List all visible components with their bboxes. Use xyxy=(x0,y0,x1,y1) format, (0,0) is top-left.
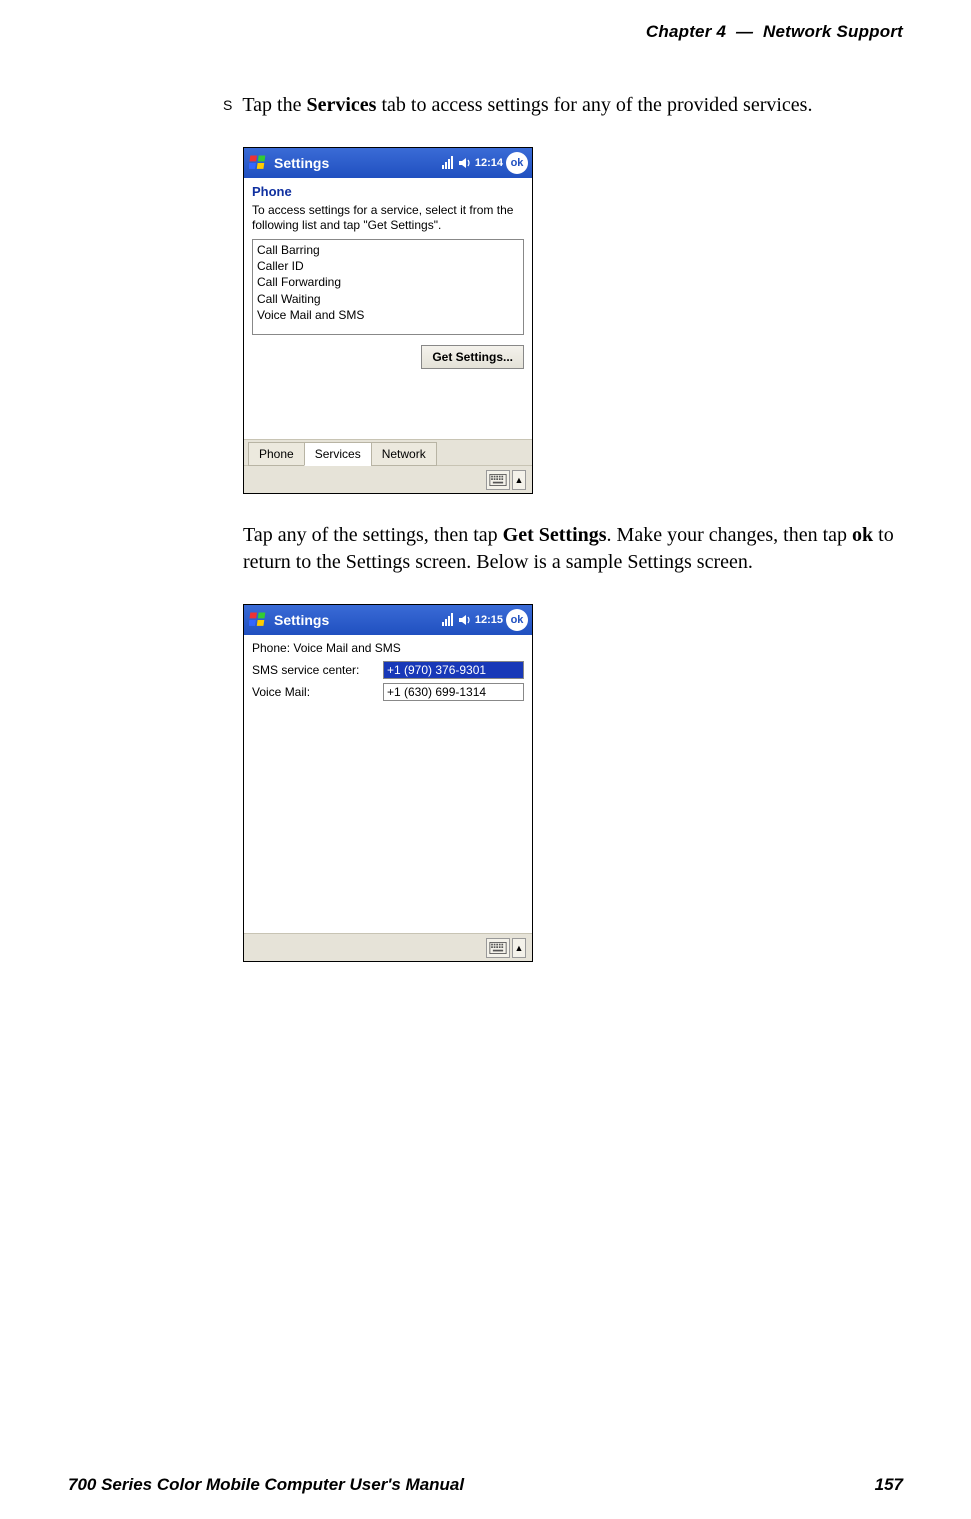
up-arrow-icon[interactable]: ▲ xyxy=(512,938,526,958)
tab-phone[interactable]: Phone xyxy=(248,442,305,466)
up-arrow-icon[interactable]: ▲ xyxy=(512,470,526,490)
page-header: Chapter 4 — Network Support xyxy=(68,22,903,42)
sms-input[interactable]: +1 (970) 376-9301 xyxy=(383,661,524,679)
ok-bold: ok xyxy=(852,524,873,546)
get-settings-bold: Get Settings xyxy=(503,524,607,546)
start-icon[interactable] xyxy=(248,609,270,631)
instruction-text: To access settings for a service, select… xyxy=(244,201,532,239)
sms-label: SMS service center: xyxy=(252,663,377,677)
signal-icon[interactable] xyxy=(441,156,455,170)
signal-icon[interactable] xyxy=(441,613,455,627)
ok-button[interactable]: ok xyxy=(506,609,528,631)
start-icon[interactable] xyxy=(248,152,270,174)
tab-services[interactable]: Services xyxy=(304,442,372,466)
menubar: ▲ xyxy=(244,933,532,961)
clock-time[interactable]: 12:15 xyxy=(475,614,503,626)
list-item[interactable]: Caller ID xyxy=(257,258,519,274)
titlebar-title: Settings xyxy=(274,155,329,171)
chapter-label: Chapter xyxy=(646,22,712,41)
speaker-icon[interactable] xyxy=(458,613,472,627)
menubar: ▲ xyxy=(244,465,532,493)
voicemail-label: Voice Mail: xyxy=(252,685,377,699)
services-bold: Services xyxy=(306,94,376,116)
list-item[interactable]: Voice Mail and SMS xyxy=(257,307,519,323)
footer-title: 700 Series Color Mobile Computer User's … xyxy=(68,1475,464,1495)
tab-network[interactable]: Network xyxy=(371,442,437,466)
paragraph-2: Tap any of the settings, then tap Get Se… xyxy=(243,522,933,576)
services-listbox[interactable]: Call Barring Caller ID Call Forwarding C… xyxy=(252,239,524,335)
bullet-text: Tap the Services tab to access settings … xyxy=(242,92,812,119)
chapter-title: Network Support xyxy=(763,22,903,41)
tab-bar: Phone Services Network xyxy=(244,439,532,465)
titlebar-title: Settings xyxy=(274,612,329,628)
form-row-voicemail: Voice Mail: +1 (630) 699-1314 xyxy=(252,683,524,701)
titlebar: Settings xyxy=(244,148,532,178)
panel-title-phone: Phone xyxy=(244,178,532,201)
get-settings-button[interactable]: Get Settings... xyxy=(421,345,524,369)
form-row-sms: SMS service center: +1 (970) 376-9301 xyxy=(252,661,524,679)
screenshot-services-tab: Settings xyxy=(243,147,533,494)
header-separator: — xyxy=(736,22,753,41)
bullet-item: S Tap the Services tab to access setting… xyxy=(223,92,923,119)
voicemail-input[interactable]: +1 (630) 699-1314 xyxy=(383,683,524,701)
list-item[interactable]: Call Waiting xyxy=(257,291,519,307)
titlebar: Settings xyxy=(244,605,532,635)
chapter-number: 4 xyxy=(716,22,726,41)
page-footer: 700 Series Color Mobile Computer User's … xyxy=(68,1475,903,1495)
keyboard-icon[interactable] xyxy=(486,470,510,490)
screenshot-voicemail-sms: Settings xyxy=(243,604,533,962)
panel-title-voicemail-sms: Phone: Voice Mail and SMS xyxy=(244,635,532,657)
list-item[interactable]: Call Forwarding xyxy=(257,274,519,290)
keyboard-icon[interactable] xyxy=(486,938,510,958)
clock-time[interactable]: 12:14 xyxy=(475,157,503,169)
page-number: 157 xyxy=(875,1475,903,1495)
list-item[interactable]: Call Barring xyxy=(257,242,519,258)
speaker-icon[interactable] xyxy=(458,156,472,170)
form-area: SMS service center: +1 (970) 376-9301 Vo… xyxy=(244,657,532,713)
ok-button[interactable]: ok xyxy=(506,152,528,174)
bullet-mark: S xyxy=(223,96,232,115)
